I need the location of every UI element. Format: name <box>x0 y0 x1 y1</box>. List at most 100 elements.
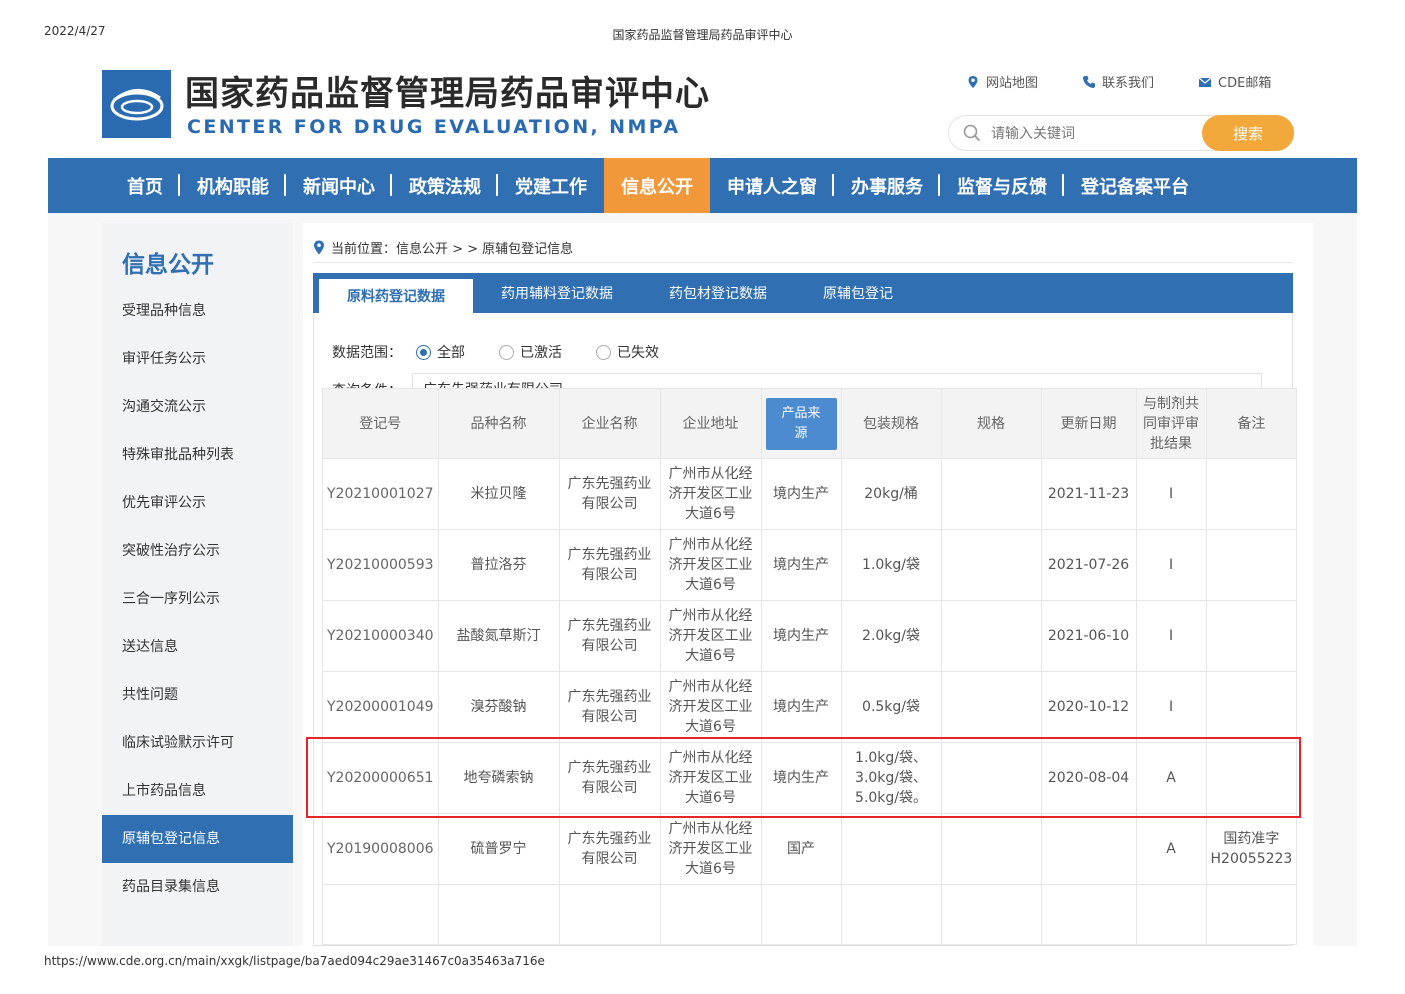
nav-supervision[interactable]: 监督与反馈 <box>940 158 1064 213</box>
sidebar-item-delivery[interactable]: 送达信息 <box>102 623 293 671</box>
email-link[interactable]: CDE邮箱 <box>1198 72 1271 91</box>
cell-package: 1.0kg/袋、3.0kg/袋、5.0kg/袋。 <box>840 742 942 814</box>
sidebar-item-accepted-varieties[interactable]: 受理品种信息 <box>102 287 293 335</box>
table-row-highlighted[interactable]: Y20200000651 地夸磷索钠 广东先强药业有限公司 广州市从化经济开发区… <box>322 742 1298 814</box>
tab-packaging-data[interactable]: 药包材登记数据 <box>641 273 795 313</box>
table-row-empty <box>322 884 1298 945</box>
radio-all[interactable]: 全部 <box>416 342 465 362</box>
source-column-button[interactable]: 产品来源 <box>765 397 837 450</box>
radio-activated[interactable]: 已激活 <box>499 342 562 362</box>
breadcrumb-text: 当前位置：信息公开 > > 原辅包登记信息 <box>331 242 574 257</box>
cell-spec <box>940 529 1042 601</box>
col-header-reg-no[interactable]: 登记号 <box>322 388 439 459</box>
cell-empty <box>558 884 661 945</box>
cell-package: 20kg/桶 <box>840 458 942 530</box>
radio-expired[interactable]: 已失效 <box>596 342 659 362</box>
sidebar-item-special-approval[interactable]: 特殊审批品种列表 <box>102 431 293 479</box>
cell-package: 0.5kg/袋 <box>840 671 942 743</box>
cell-address: 广州市从化经济开发区工业大道6号 <box>659 600 762 672</box>
sitemap-link[interactable]: 网站地图 <box>966 72 1038 91</box>
cell-variety: 地夸磷索钠 <box>437 742 560 814</box>
sidebar-item-communication[interactable]: 沟通交流公示 <box>102 383 293 431</box>
col-header-joint-review[interactable]: 与制剂共同审评审批结果 <box>1135 388 1207 459</box>
table-row[interactable]: Y20210001027 米拉贝隆 广东先强药业有限公司 广州市从化经济开发区工… <box>322 458 1298 530</box>
nav-policy[interactable]: 政策法规 <box>392 158 498 213</box>
col-header-company[interactable]: 企业名称 <box>558 388 661 459</box>
sidebar-item-marketed-drugs[interactable]: 上市药品信息 <box>102 767 293 815</box>
sidebar-item-clinical-trial[interactable]: 临床试验默示许可 <box>102 719 293 767</box>
cell-spec <box>940 813 1042 885</box>
nav-functions[interactable]: 机构职能 <box>180 158 286 213</box>
cell-source: 境内生产 <box>760 742 842 814</box>
cell-address: 广州市从化经济开发区工业大道6号 <box>659 529 762 601</box>
location-pin-icon <box>314 240 324 255</box>
tab-api-data[interactable]: 原料药登记数据 <box>319 279 473 313</box>
cell-empty <box>659 884 762 945</box>
cell-variety: 普拉洛芬 <box>437 529 560 601</box>
cell-empty <box>840 884 942 945</box>
cell-note <box>1205 600 1298 672</box>
table-row[interactable]: Y20210000340 盐酸氮草斯汀 广东先强药业有限公司 广州市从化经济开发… <box>322 600 1298 672</box>
col-header-package[interactable]: 包装规格 <box>840 388 942 459</box>
cell-package: 2.0kg/袋 <box>840 600 942 672</box>
sidebar-item-three-in-one[interactable]: 三合一序列公示 <box>102 575 293 623</box>
table-header-row: 登记号 品种名称 企业名称 企业地址 产品来源 包装规格 规格 更新日期 与制剂… <box>322 388 1298 459</box>
radio-all-dot[interactable] <box>416 344 431 360</box>
table-row[interactable]: Y20210000593 普拉洛芬 广东先强药业有限公司 广州市从化经济开发区工… <box>322 529 1298 601</box>
mail-icon <box>1198 77 1212 87</box>
search-input[interactable] <box>991 122 1201 146</box>
radio-expired-dot[interactable] <box>596 344 611 360</box>
cell-source: 境内生产 <box>760 600 842 672</box>
nav-home[interactable]: 首页 <box>110 158 180 213</box>
print-title: 国家药品监督管理局药品审评中心 <box>612 28 793 42</box>
contact-link[interactable]: 联系我们 <box>1082 72 1154 91</box>
cell-address: 广州市从化经济开发区工业大道6号 <box>659 813 762 885</box>
cell-reg-no: Y20200001049 <box>322 671 439 743</box>
sidebar-item-drug-catalog[interactable]: 药品目录集信息 <box>102 863 293 911</box>
nav-applicant[interactable]: 申请人之窗 <box>710 158 834 213</box>
col-header-note[interactable]: 备注 <box>1205 388 1298 459</box>
nav-info-disclosure[interactable]: 信息公开 <box>604 158 710 213</box>
cell-reg-no: Y20190008006 <box>322 813 439 885</box>
cell-address: 广州市从化经济开发区工业大道6号 <box>659 458 762 530</box>
cell-note <box>1205 671 1298 743</box>
sidebar-item-common-issues[interactable]: 共性问题 <box>102 671 293 719</box>
cell-source: 境内生产 <box>760 671 842 743</box>
tab-registration[interactable]: 原辅包登记 <box>795 273 921 313</box>
sidebar-item-review-tasks[interactable]: 审评任务公示 <box>102 335 293 383</box>
cell-reg-no: Y20210001027 <box>322 458 439 530</box>
cell-source: 境内生产 <box>760 529 842 601</box>
cell-source: 境内生产 <box>760 458 842 530</box>
col-header-variety[interactable]: 品种名称 <box>437 388 560 459</box>
contact-label: 联系我们 <box>1102 76 1155 91</box>
nav-party[interactable]: 党建工作 <box>498 158 604 213</box>
search-button[interactable]: 搜索 <box>1202 115 1294 151</box>
nav-news[interactable]: 新闻中心 <box>286 158 392 213</box>
cell-joint-review: A <box>1135 742 1207 814</box>
col-header-date[interactable]: 更新日期 <box>1040 388 1137 459</box>
col-header-spec[interactable]: 规格 <box>940 388 1042 459</box>
cell-reg-no: Y20210000340 <box>322 600 439 672</box>
nav-services[interactable]: 办事服务 <box>834 158 940 213</box>
cell-date: 2020-08-04 <box>1040 742 1137 814</box>
print-url: https://www.cde.org.cn/main/xxgk/listpag… <box>44 954 545 968</box>
col-header-address[interactable]: 企业地址 <box>659 388 762 459</box>
cell-empty <box>322 884 439 945</box>
cell-date: 2021-07-26 <box>1040 529 1137 601</box>
cell-empty <box>940 884 1042 945</box>
tab-excipient-data[interactable]: 药用辅料登记数据 <box>473 273 641 313</box>
radio-activated-dot[interactable] <box>499 344 514 360</box>
sidebar-item-api-registration[interactable]: 原辅包登记信息 <box>102 815 293 863</box>
sidebar-item-breakthrough[interactable]: 突破性治疗公示 <box>102 527 293 575</box>
nav-registration-platform[interactable]: 登记备案平台 <box>1064 158 1206 213</box>
site-logo[interactable] <box>102 70 171 138</box>
cell-spec <box>940 600 1042 672</box>
top-links: 网站地图 联系我们 CDE邮箱 <box>966 72 1271 91</box>
col-header-source[interactable]: 产品来源 <box>760 388 842 459</box>
sidebar: 信息公开 受理品种信息 审评任务公示 沟通交流公示 特殊审批品种列表 优先审评公… <box>102 223 293 946</box>
data-range-filter: 数据范围： 全部 已激活 已失效 <box>332 342 679 362</box>
data-tabs: 原料药登记数据 药用辅料登记数据 药包材登记数据 原辅包登记 <box>313 273 1293 313</box>
table-row[interactable]: Y20190008006 硫普罗宁 广东先强药业有限公司 广州市从化经济开发区工… <box>322 813 1298 885</box>
sidebar-item-priority-review[interactable]: 优先审评公示 <box>102 479 293 527</box>
table-row[interactable]: Y20200001049 溴芬酸钠 广东先强药业有限公司 广州市从化经济开发区工… <box>322 671 1298 743</box>
